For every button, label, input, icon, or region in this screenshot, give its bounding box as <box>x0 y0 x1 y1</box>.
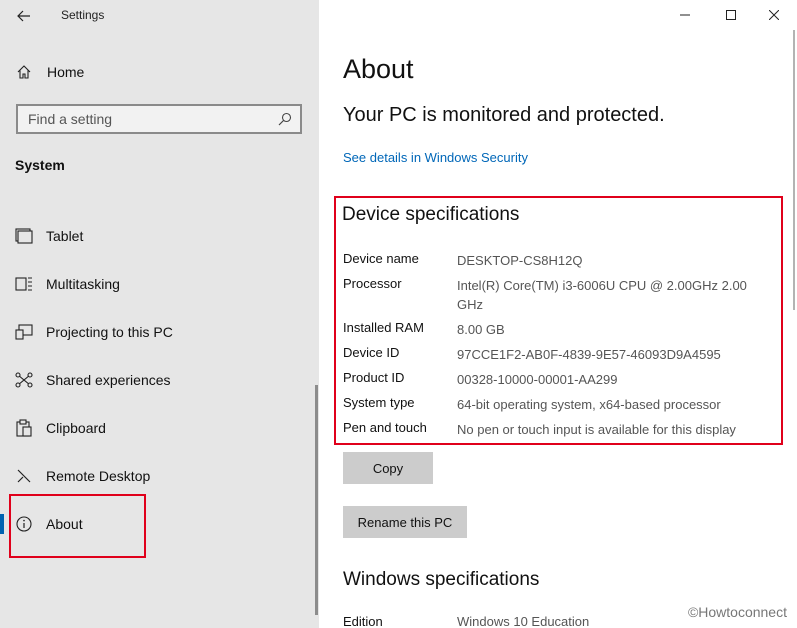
close-icon <box>769 10 779 20</box>
close-button[interactable] <box>751 0 797 30</box>
sidebar-item-label: Shared experiences <box>46 372 171 388</box>
spec-key: Device ID <box>343 345 400 360</box>
maximize-icon <box>726 10 736 20</box>
main-content: About Your PC is monitored and protected… <box>319 0 797 628</box>
spec-key: Product ID <box>343 370 405 385</box>
sidebar-item-label: Clipboard <box>46 420 106 436</box>
search-icon[interactable] <box>278 112 292 126</box>
info-icon <box>14 514 34 534</box>
sidebar-item-label: Remote Desktop <box>46 468 151 484</box>
windows-security-link[interactable]: See details in Windows Security <box>343 150 528 165</box>
multitasking-icon <box>14 274 34 294</box>
spec-key: Installed RAM <box>343 320 424 335</box>
clipboard-icon <box>14 418 34 438</box>
remote-desktop-icon <box>14 466 34 486</box>
spec-value: Intel(R) Core(TM) i3-6006U CPU @ 2.00GHz… <box>457 278 747 312</box>
sidebar-item-remote-desktop[interactable]: Remote Desktop <box>0 456 316 496</box>
sidebar-item-label: Multitasking <box>46 276 120 292</box>
spec-value: No pen or touch input is available for t… <box>457 422 736 437</box>
copy-button[interactable]: Copy <box>343 452 433 484</box>
sidebar-item-label: Projecting to this PC <box>46 324 173 340</box>
home-label: Home <box>47 64 85 80</box>
sidebar-item-about[interactable]: About <box>0 504 316 544</box>
spec-value: 97CCE1F2-AB0F-4839-9E57-46093D9A4595 <box>457 347 721 362</box>
sidebar-item-projecting[interactable]: Projecting to this PC <box>0 312 316 352</box>
maximize-button[interactable] <box>708 0 754 30</box>
minimize-icon <box>680 14 690 16</box>
main-scrollbar[interactable] <box>793 30 795 310</box>
search-input[interactable] <box>28 111 268 127</box>
sidebar-item-label: About <box>46 516 83 532</box>
page-title: About <box>343 54 414 84</box>
spec-value: Windows 10 Education <box>457 614 590 628</box>
sidebar-item-clipboard[interactable]: Clipboard <box>0 408 316 448</box>
spec-key: Device name <box>343 251 419 266</box>
projecting-icon <box>14 322 34 342</box>
sidebar: Settings Home System Tablet <box>0 0 319 628</box>
windows-specs-title: Windows specifications <box>343 569 540 590</box>
spec-value: DESKTOP-CS8H12Q <box>457 253 583 268</box>
sidebar-item-label: Tablet <box>46 228 84 244</box>
spec-key: System type <box>343 395 415 410</box>
shared-experiences-icon <box>14 370 34 390</box>
device-specs-title: Device specifications <box>342 204 520 225</box>
home-icon <box>15 63 33 81</box>
sidebar-scrollbar[interactable] <box>315 385 318 615</box>
spec-value: 64-bit operating system, x64-based proce… <box>457 397 721 412</box>
section-title-system: System <box>15 157 65 173</box>
search-box[interactable] <box>16 104 302 134</box>
spec-value: 8.00 GB <box>457 322 505 337</box>
watermark: ©Howtoconnect <box>687 604 787 620</box>
spec-value: 00328-10000-00001-AA299 <box>457 372 618 387</box>
sidebar-item-home[interactable]: Home <box>0 56 319 88</box>
back-arrow-icon <box>17 10 30 22</box>
sidebar-item-tablet[interactable]: Tablet <box>0 216 316 256</box>
sidebar-item-multitasking[interactable]: Multitasking <box>0 264 316 304</box>
spec-key: Processor <box>343 276 402 291</box>
back-button[interactable] <box>12 4 36 28</box>
active-indicator <box>0 514 4 534</box>
spec-key: Edition <box>343 614 383 628</box>
minimize-button[interactable] <box>662 0 708 30</box>
app-title: Settings <box>61 8 105 22</box>
rename-pc-button[interactable]: Rename this PC <box>343 506 467 538</box>
spec-key: Pen and touch <box>343 420 427 435</box>
sidebar-item-shared-experiences[interactable]: Shared experiences <box>0 360 316 400</box>
tablet-icon <box>14 226 34 246</box>
protection-status: Your PC is monitored and protected. <box>343 104 665 126</box>
